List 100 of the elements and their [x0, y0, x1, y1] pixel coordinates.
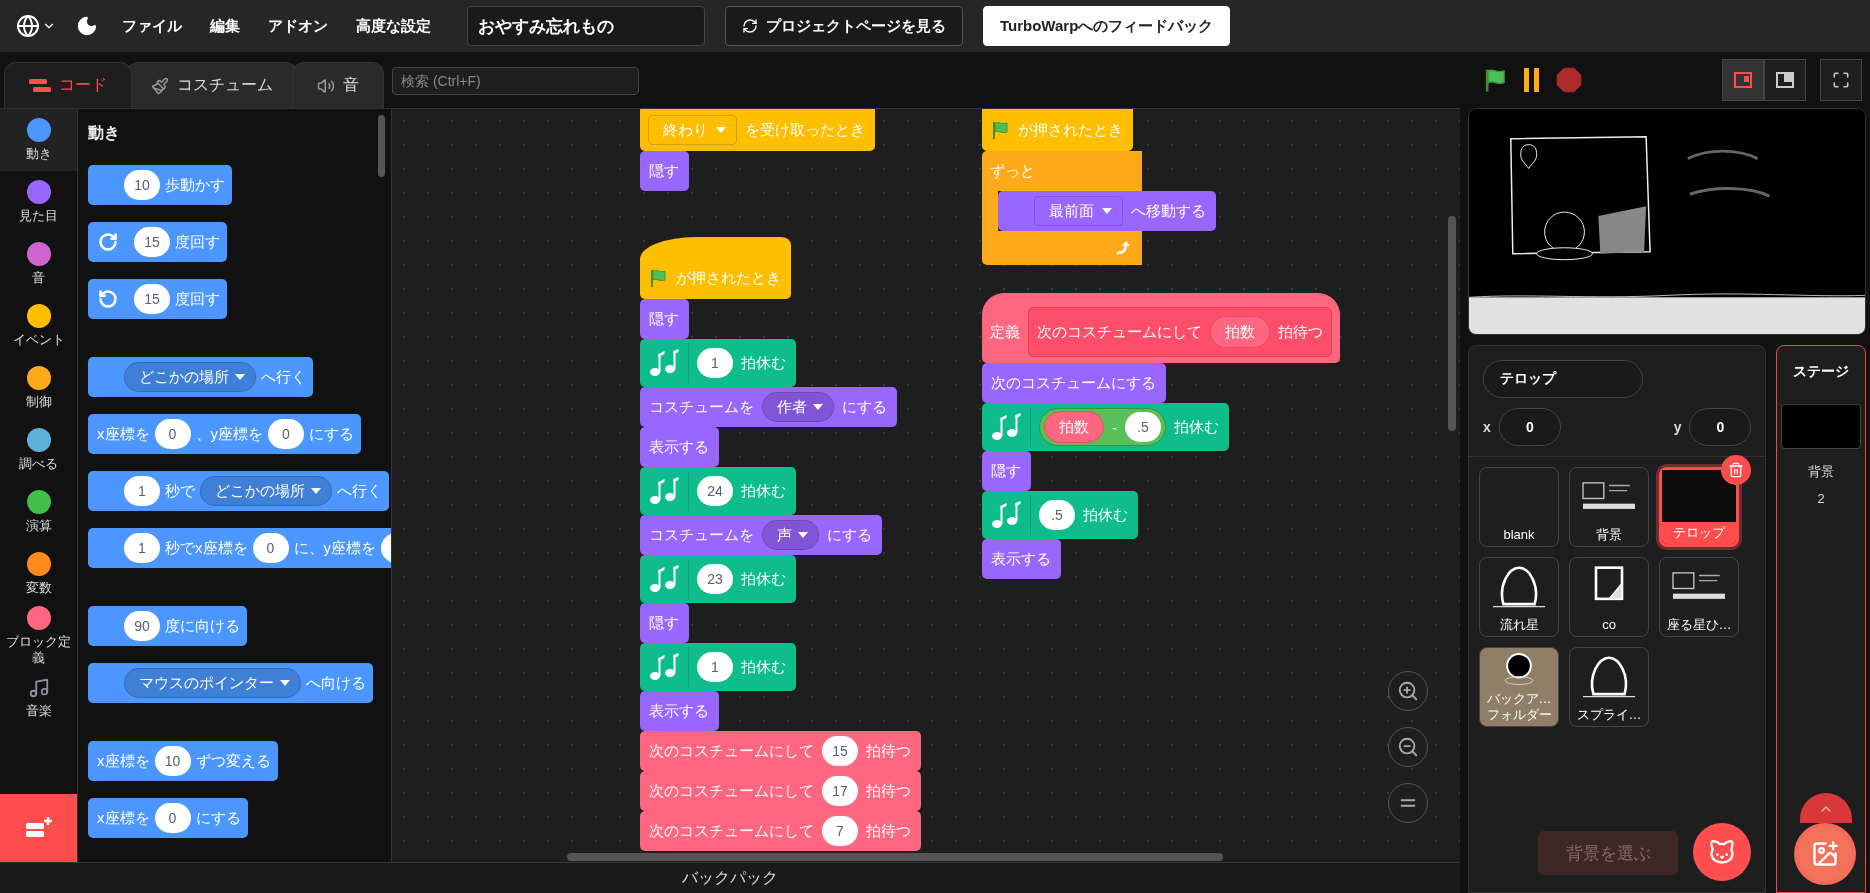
menu-item[interactable]: 編集 — [200, 10, 250, 42]
forever-block[interactable]: ずっと 最前面 へ移動する — [982, 151, 1216, 265]
music-block[interactable]: 1 拍休む — [640, 643, 796, 691]
menu-item[interactable]: アドオン — [258, 10, 338, 42]
number-input[interactable]: 1 — [697, 652, 733, 682]
stack-block[interactable]: 表示する — [640, 427, 719, 467]
sprite-name-field[interactable]: テロップ — [1483, 360, 1643, 398]
dropdown[interactable]: 最前面 — [1034, 196, 1123, 226]
sprite-tile[interactable]: テロップ — [1659, 467, 1739, 547]
palette-block[interactable]: 15 度回す — [88, 279, 227, 319]
scrollbar[interactable] — [1448, 216, 1456, 431]
sprite-tile[interactable]: blank — [1479, 467, 1559, 547]
number-input[interactable]: 10 — [124, 170, 160, 200]
feedback-button[interactable]: TurboWarpへのフィードバック — [983, 6, 1231, 46]
sprite-tile[interactable]: co — [1569, 557, 1649, 637]
category-item[interactable]: ブロック定義 — [0, 605, 77, 667]
dropdown[interactable]: マウスのポインター — [124, 668, 301, 698]
scrollbar[interactable] — [378, 115, 385, 177]
sprite-tile[interactable]: スプライ… — [1569, 647, 1649, 727]
number-input[interactable]: 1 — [124, 533, 160, 563]
number-input[interactable]: .5 — [1039, 500, 1075, 530]
music-block[interactable]: 23 拍休む — [640, 555, 796, 603]
y-field[interactable]: 0 — [1689, 408, 1752, 446]
palette-block[interactable]: マウスのポインター へ向ける — [88, 663, 373, 703]
stack-block[interactable]: コスチュームを 声 にする — [640, 515, 882, 555]
number-input[interactable]: 15 — [134, 284, 170, 314]
palette-block[interactable]: x座標を 10 ずつ変える — [88, 741, 278, 781]
add-extension-button[interactable] — [0, 794, 77, 862]
dropdown[interactable]: 作者 — [762, 392, 834, 422]
category-item[interactable]: 変数 — [0, 543, 77, 605]
number-input[interactable]: 90 — [124, 611, 160, 641]
search-field[interactable]: 検索 (Ctrl+F) — [392, 67, 639, 95]
palette-block[interactable]: 90 度に向ける — [88, 606, 247, 646]
number-input[interactable]: 15 — [134, 227, 170, 257]
pause-button[interactable] — [1522, 68, 1542, 92]
music-block[interactable]: 拍数 - .5 拍休む — [982, 403, 1229, 451]
project-title-field[interactable]: おやすみ忘れもの — [467, 6, 705, 46]
stop-button[interactable] — [1556, 67, 1582, 93]
stack-block[interactable]: 次のコスチュームにして 17 拍待つ — [640, 771, 921, 811]
number-input[interactable]: 1 — [124, 476, 160, 506]
menu-item[interactable]: 高度な設定 — [346, 10, 441, 42]
zoom-in-button[interactable] — [1388, 671, 1428, 711]
number-input[interactable]: 7 — [822, 816, 858, 846]
operator-reporter[interactable]: 拍数 - .5 — [1039, 408, 1166, 446]
category-item[interactable]: 演算 — [0, 481, 77, 543]
stack-block[interactable]: コスチュームを 作者 にする — [640, 387, 897, 427]
number-input[interactable]: 0 — [268, 419, 304, 449]
dropdown[interactable]: どこかの場所 — [200, 476, 332, 506]
fullscreen-button[interactable] — [1820, 59, 1862, 101]
stack-block[interactable]: 隠す — [640, 603, 689, 643]
stack-block[interactable]: 表示する — [640, 691, 719, 731]
category-item[interactable]: 動き — [0, 109, 77, 171]
category-item[interactable]: 調べる — [0, 419, 77, 481]
number-input[interactable]: 24 — [697, 476, 733, 506]
category-item[interactable]: 見た目 — [0, 171, 77, 233]
number-input[interactable]: 23 — [697, 564, 733, 594]
zoom-out-button[interactable] — [1388, 727, 1428, 767]
stack-block[interactable]: 次のコスチュームにして 7 拍待つ — [640, 811, 921, 851]
editor-tab[interactable]: 音 — [292, 62, 384, 108]
number-input[interactable]: 0 — [154, 803, 191, 833]
music-block[interactable]: .5 拍休む — [982, 491, 1138, 539]
stack-block[interactable]: 表示する — [982, 539, 1061, 579]
sprite-tile[interactable]: 流れ星 — [1479, 557, 1559, 637]
palette-block[interactable]: 15 度回す — [88, 222, 227, 262]
palette-block[interactable]: x座標を 0 にする — [88, 798, 248, 838]
palette-block[interactable]: 1 秒で どこかの場所 へ行く — [88, 471, 389, 511]
palette-block[interactable]: 10 歩動かす — [88, 165, 232, 205]
project-page-button[interactable]: プロジェクトページを見る — [725, 6, 963, 46]
music-block[interactable]: 24 拍休む — [640, 467, 796, 515]
music-block[interactable]: 1 拍休む — [640, 339, 796, 387]
category-item[interactable]: イベント — [0, 295, 77, 357]
stack-block[interactable]: 隠す — [982, 451, 1031, 491]
number-input[interactable]: 1 — [697, 348, 733, 378]
dropdown[interactable]: どこかの場所 — [124, 362, 256, 392]
scrollbar[interactable] — [567, 853, 1223, 861]
palette-block[interactable]: 1 秒でx座標を 0 に、y座標を — [88, 528, 391, 568]
palette-block[interactable]: x座標を 0 、y座標を 0 にする — [88, 414, 361, 454]
number-input[interactable]: 17 — [822, 776, 858, 806]
number-input[interactable]: 0 — [154, 419, 191, 449]
zoom-reset-button[interactable] — [1388, 783, 1428, 823]
stack-block[interactable]: 次のコスチュームにする — [982, 363, 1166, 403]
folder-tile[interactable]: バックア… フォルダー — [1479, 647, 1559, 727]
sprite-tile[interactable]: 座る星ひ… — [1659, 557, 1739, 637]
backdrop-thumbnail[interactable] — [1781, 404, 1862, 449]
palette-block[interactable]: どこかの場所 へ行く — [88, 357, 313, 397]
dropdown[interactable]: 声 — [762, 520, 819, 550]
stack-block[interactable]: 隠す — [640, 151, 689, 191]
stack-block[interactable]: 最前面 へ移動する — [998, 191, 1216, 231]
category-item[interactable]: 制御 — [0, 357, 77, 419]
x-field[interactable]: 0 — [1498, 408, 1561, 446]
number-input[interactable]: .5 — [1125, 412, 1161, 442]
small-stage-button[interactable] — [1722, 59, 1764, 101]
category-item[interactable]: 音 — [0, 233, 77, 295]
number-input[interactable]: 10 — [154, 746, 191, 776]
editor-tab[interactable]: コード — [4, 62, 132, 108]
number-input[interactable]: 0 — [252, 533, 289, 563]
large-stage-button[interactable] — [1764, 59, 1806, 101]
stack-block[interactable]: 次のコスチュームにして 15 拍待つ — [640, 731, 921, 771]
category-item[interactable]: 音楽 — [0, 667, 77, 729]
sprite-tile[interactable]: 背景 — [1569, 467, 1649, 547]
